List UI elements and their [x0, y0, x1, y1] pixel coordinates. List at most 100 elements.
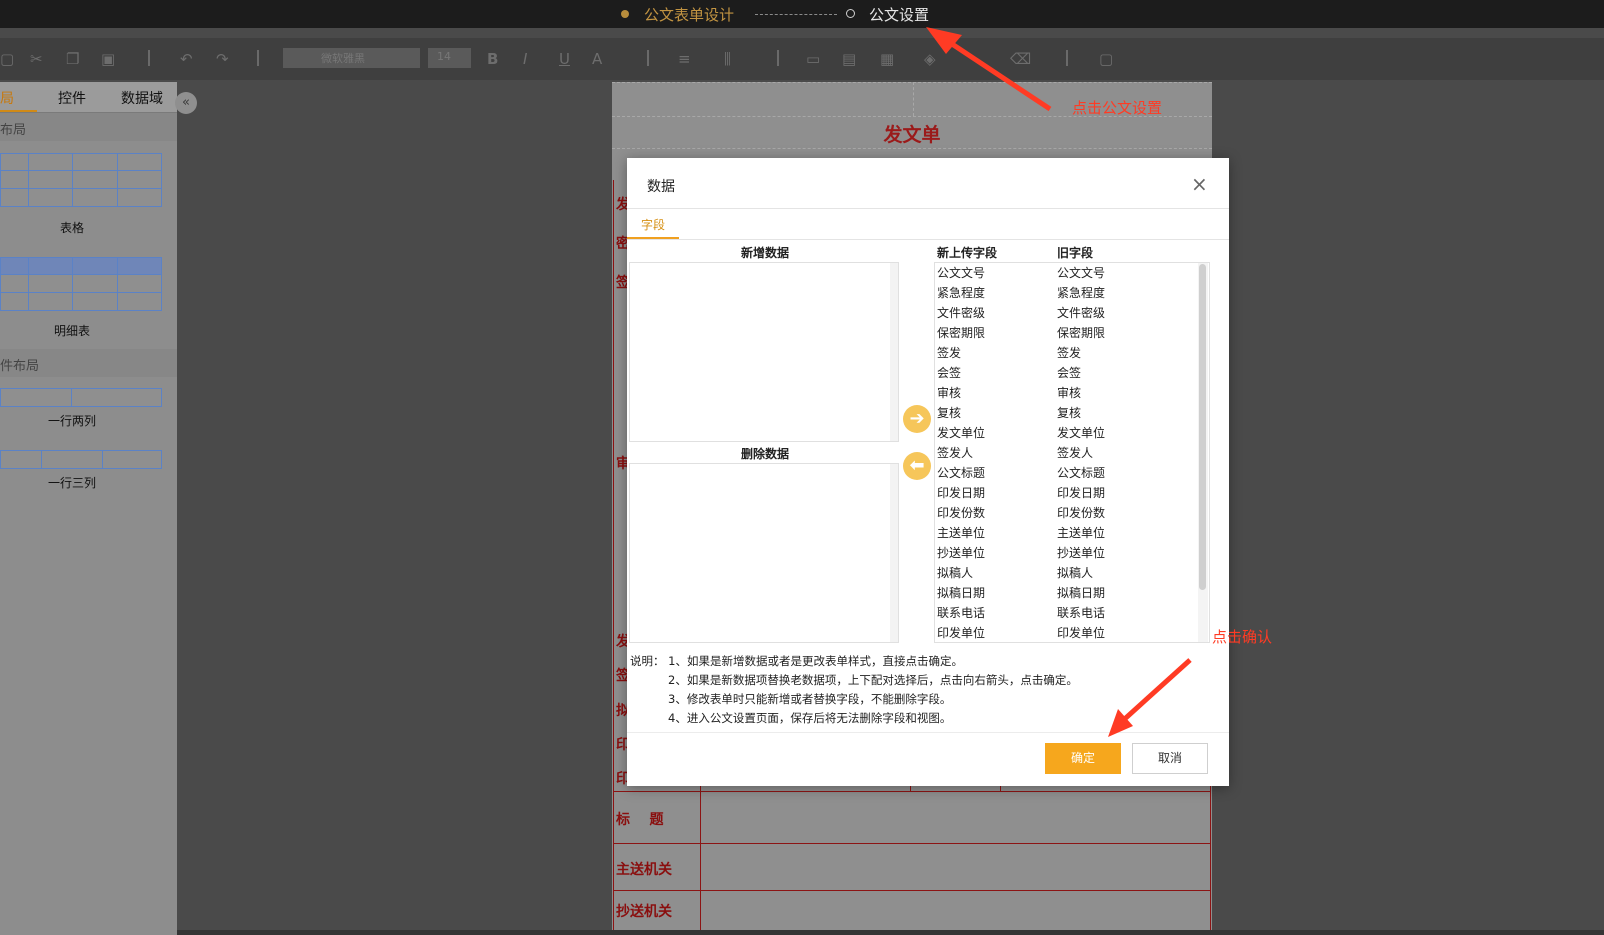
grid-cell [0, 170, 29, 189]
field-row[interactable]: 文件密级 文件密级 [936, 302, 1196, 322]
step-pending-icon [846, 9, 855, 18]
grid-line [612, 148, 1212, 149]
font-family-select[interactable]: 微软雅黑 [283, 48, 420, 68]
close-icon[interactable]: × [1191, 174, 1208, 194]
field-row[interactable]: 签发 签发 [936, 342, 1196, 362]
layout-item-two-columns[interactable]: 一行两列 [48, 412, 96, 429]
align-icon[interactable]: ≡ [678, 50, 691, 68]
new-field-name: 主送单位 [937, 526, 986, 540]
field-row[interactable]: 审核 审核 [936, 382, 1196, 402]
old-field-name: 联系电话 [1057, 606, 1106, 620]
grid-cell [102, 450, 162, 469]
form-border [613, 180, 614, 935]
layout-item-table[interactable]: 表格 [60, 219, 84, 236]
scrollbar-thumb[interactable] [1199, 264, 1206, 590]
note-line: 4、进入公文设置页面，保存后将无法删除字段和视图。 [668, 711, 952, 725]
step-connector [755, 14, 837, 15]
new-field-name: 复核 [937, 406, 962, 420]
field-row[interactable]: 复核 复核 [936, 402, 1196, 422]
grid-cell [0, 257, 29, 275]
old-field-name: 主送单位 [1057, 526, 1106, 540]
old-field-name: 签发人 [1057, 446, 1094, 460]
grid-cell [28, 257, 73, 275]
split-icon[interactable]: ▤ [842, 50, 856, 68]
new-field-name: 紧急程度 [937, 286, 986, 300]
field-row[interactable]: 公文标题 公文标题 [936, 462, 1196, 482]
scrollbar[interactable] [890, 464, 898, 642]
toolbar-divider [777, 50, 779, 66]
status-strip [177, 930, 1604, 935]
new-field-name: 公文文号 [937, 266, 986, 280]
new-field-name: 拟稿日期 [937, 586, 986, 600]
field-row[interactable]: 紧急程度 紧急程度 [936, 282, 1196, 302]
undo-icon[interactable]: ↶ [180, 50, 193, 68]
paste-icon[interactable]: ▣ [101, 50, 115, 68]
new-field-name: 拟稿人 [937, 566, 974, 580]
toolbar-divider [647, 50, 649, 66]
grid-cell [0, 450, 42, 469]
confirm-button[interactable]: 确定 [1045, 743, 1121, 774]
field-row[interactable]: 发文单位 发文单位 [936, 422, 1196, 442]
step-document-settings[interactable]: 公文设置 [869, 4, 929, 25]
arrow-right-icon[interactable]: ➔ [903, 405, 931, 433]
new-field-name: 保密期限 [937, 326, 986, 340]
copy-icon[interactable]: ❐ [66, 50, 79, 68]
redo-icon[interactable]: ↷ [216, 50, 229, 68]
grid-cell [117, 257, 162, 275]
layout-item-three-columns[interactable]: 一行三列 [48, 474, 96, 491]
collapse-panel-button[interactable]: « [175, 92, 197, 114]
tab-layout[interactable]: 局 [0, 88, 14, 108]
field-row[interactable]: 印发日期 印发日期 [936, 482, 1196, 502]
field-row[interactable]: 会签 会签 [936, 362, 1196, 382]
delete-data-list[interactable] [629, 463, 899, 643]
bold-icon[interactable]: B [487, 50, 498, 68]
tab-data-fields[interactable]: 数据域 [121, 88, 163, 108]
arrow-left-icon[interactable]: ⬅ [903, 452, 931, 480]
tab-fields[interactable]: 字段 [641, 216, 665, 233]
grid-cell [41, 450, 103, 469]
form-border [613, 791, 1211, 792]
field-row[interactable]: 印发份数 印发份数 [936, 502, 1196, 522]
field-row[interactable]: 拟稿日期 拟稿日期 [936, 582, 1196, 602]
layout-item-detail-table[interactable]: 明细表 [54, 322, 90, 339]
field-row[interactable]: 拟稿人 拟稿人 [936, 562, 1196, 582]
old-field-name: 印发日期 [1057, 486, 1106, 500]
new-data-list[interactable] [629, 262, 899, 442]
active-tab-indicator [0, 110, 37, 112]
new-field-name: 联系电话 [937, 606, 986, 620]
underline-icon[interactable]: U [559, 50, 570, 68]
grid-cell [0, 274, 29, 293]
scrollbar[interactable] [890, 263, 898, 441]
preview-icon[interactable]: ▢ [1099, 50, 1113, 68]
form-border [613, 890, 1211, 891]
old-field-name: 签发 [1057, 346, 1082, 360]
cut-icon[interactable]: ✂ [30, 50, 43, 68]
field-row[interactable]: 印发单位 印发单位 [936, 622, 1196, 642]
step-form-design[interactable]: 公文表单设计 [644, 4, 734, 25]
field-row[interactable]: 签发人 签发人 [936, 442, 1196, 462]
field-row[interactable]: 公文文号 公文文号 [936, 262, 1196, 282]
new-field-name: 发文单位 [937, 426, 986, 440]
tab-controls[interactable]: 控件 [58, 88, 86, 108]
old-field-name: 保密期限 [1057, 326, 1106, 340]
grid-cell [117, 274, 162, 293]
grid-cell [72, 170, 118, 189]
old-field-name: 复核 [1057, 406, 1082, 420]
grid-cell [0, 292, 29, 311]
field-row[interactable]: 保密期限 保密期限 [936, 322, 1196, 342]
save-icon[interactable]: ▢ [0, 50, 14, 68]
note-line: 3、修改表单时只能新增或者替换字段，不能删除字段。 [668, 692, 952, 706]
field-row[interactable]: 抄送单位 抄送单位 [936, 542, 1196, 562]
font-color-icon[interactable]: A [592, 50, 602, 68]
font-size-select[interactable]: 14 [428, 48, 471, 68]
italic-icon[interactable]: I [523, 50, 527, 68]
grid-cell [117, 153, 162, 171]
clear-icon[interactable]: ⌫ [1010, 50, 1031, 68]
merge-icon[interactable]: ▭ [806, 50, 820, 68]
border-icon[interactable]: ▦ [880, 50, 894, 68]
valign-icon[interactable]: ⫼ [724, 50, 731, 68]
fill-icon[interactable]: ◈ [924, 50, 936, 68]
field-row[interactable]: 联系电话 联系电话 [936, 602, 1196, 622]
field-row[interactable]: 主送单位 主送单位 [936, 522, 1196, 542]
cancel-button[interactable]: 取消 [1132, 743, 1208, 774]
